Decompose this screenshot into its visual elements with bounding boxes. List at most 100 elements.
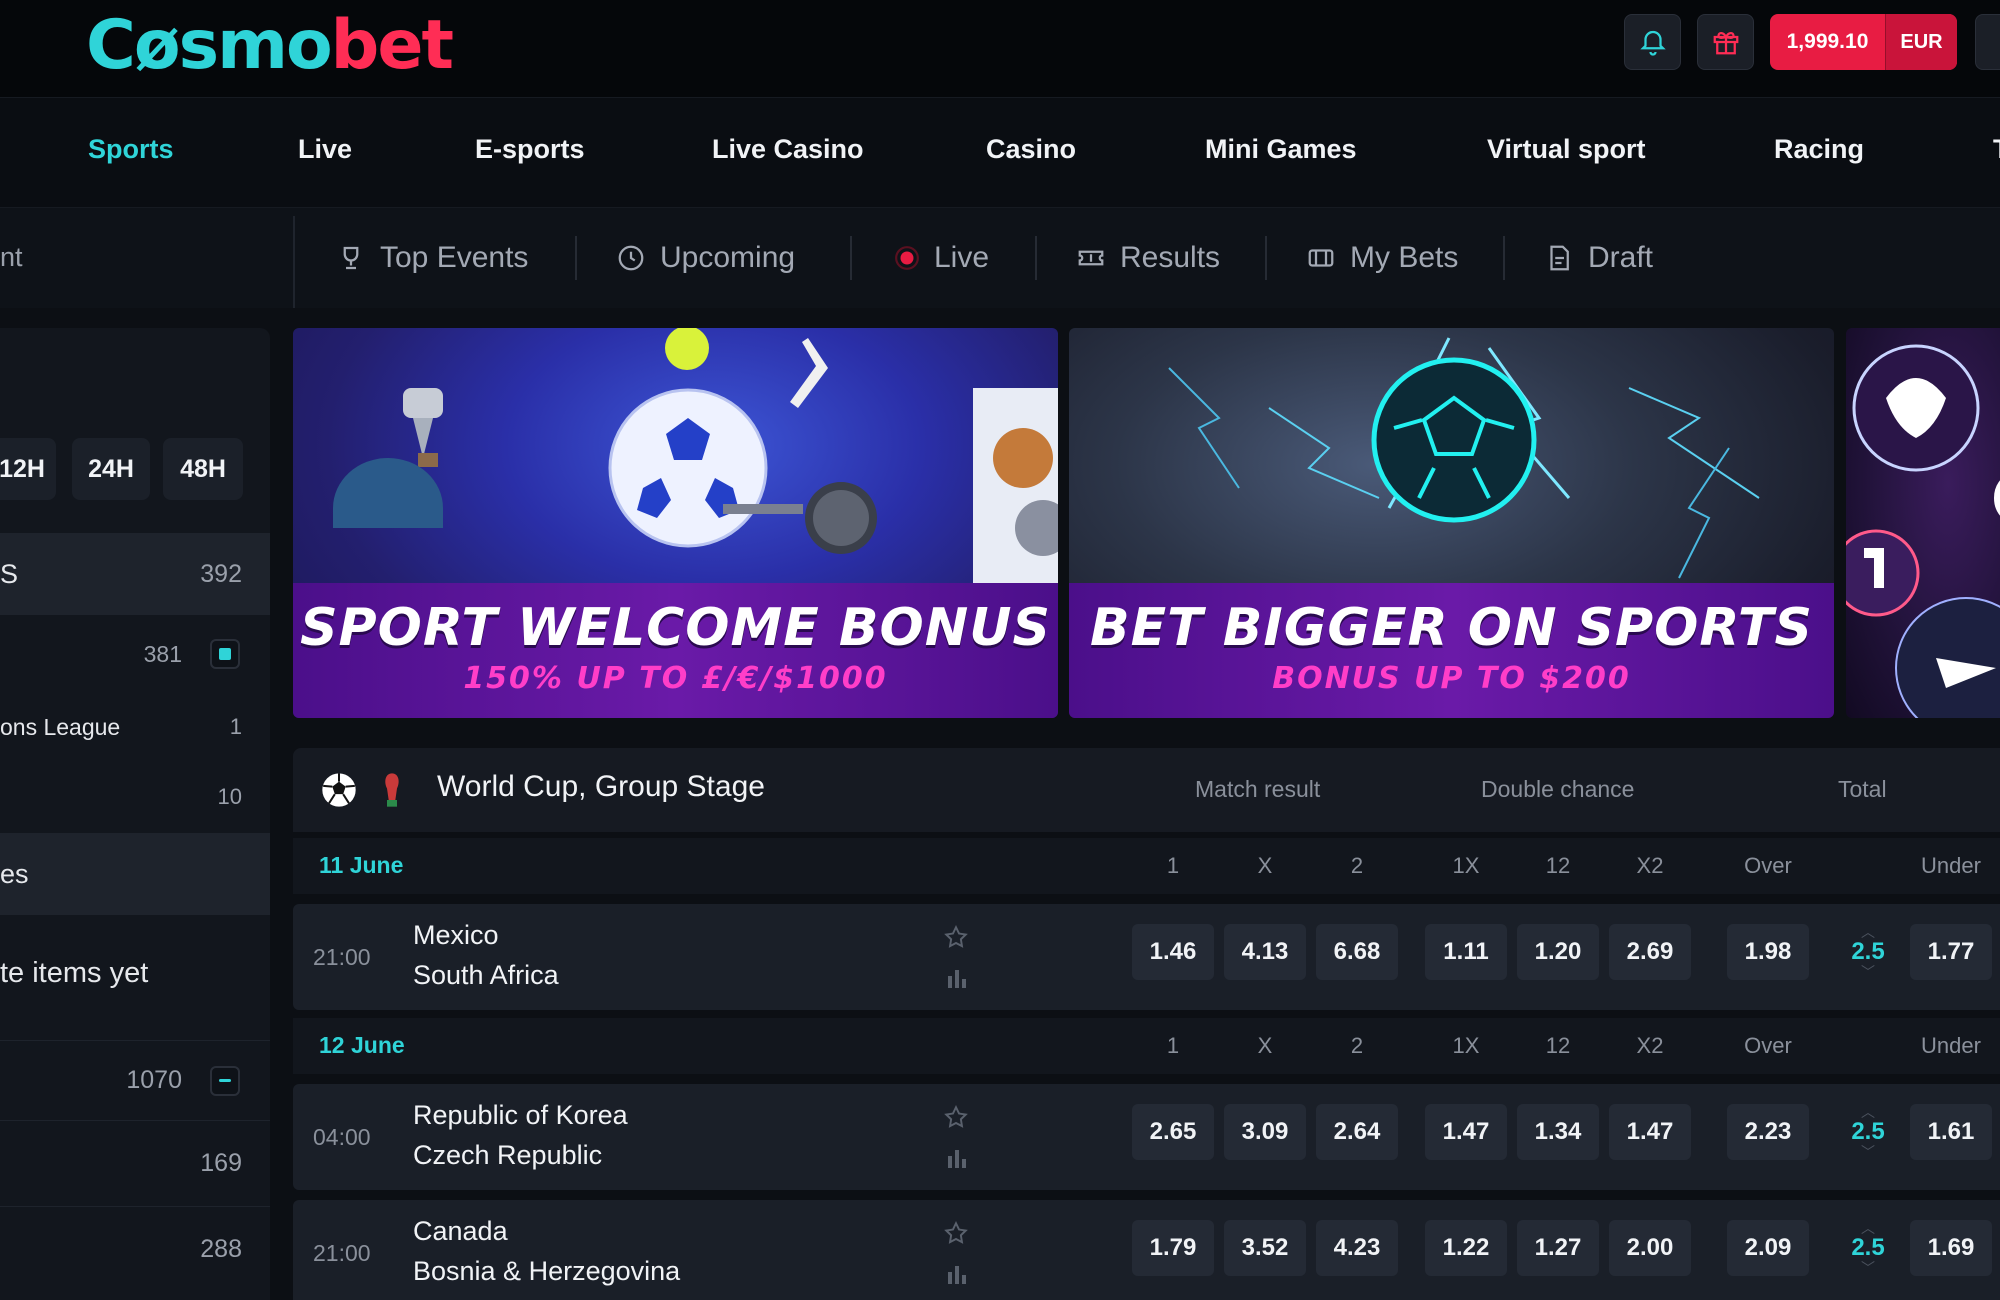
odds-button-x[interactable]: 3.52 [1224, 1220, 1306, 1276]
odds-button-under[interactable]: 1.77 [1910, 924, 1992, 980]
chevron-up-icon[interactable]: ︿ [1861, 1221, 1875, 1235]
odds-button-1x[interactable]: 1.11 [1425, 924, 1507, 980]
league-header[interactable]: World Cup, Group Stage Match result Doub… [293, 748, 2000, 832]
odds-button-under[interactable]: 1.61 [1910, 1104, 1992, 1160]
column-header: Over [1744, 853, 1792, 878]
promo-banner-welcome[interactable]: SPORT WELCOME BONUS 150% UP TO £/€/$1000 [293, 328, 1058, 718]
odds-button-x[interactable]: 3.09 [1224, 1104, 1306, 1160]
sidebar-row-sport[interactable]: 288 [0, 1206, 270, 1292]
odds-button-2[interactable]: 6.68 [1316, 924, 1398, 980]
sidebar-row-league[interactable]: 10 [0, 762, 270, 832]
statistics-icon[interactable] [945, 1262, 969, 1286]
odds-button-1x[interactable]: 1.47 [1425, 1104, 1507, 1160]
nav-sports[interactable]: Sports [88, 134, 174, 165]
time-filter-48h[interactable]: 48H [163, 438, 243, 500]
tab-upcoming-label: Upcoming [660, 241, 796, 274]
tab-draft[interactable]: Draft [1544, 238, 1653, 278]
sidebar-row-count: 1 [229, 714, 242, 739]
odds-button-1[interactable]: 1.79 [1132, 1220, 1214, 1276]
odds-button-over[interactable]: 2.09 [1727, 1220, 1809, 1276]
total-line-selector[interactable]: ︿ 2.5 ﹀ [1838, 1104, 1898, 1160]
search-input-tail[interactable]: nt [0, 242, 23, 273]
sidebar-row-favorites[interactable]: es [0, 833, 270, 915]
odds-button-over[interactable]: 2.23 [1727, 1104, 1809, 1160]
odds-button-1x[interactable]: 1.22 [1425, 1220, 1507, 1276]
nav-racing[interactable]: Racing [1774, 134, 1864, 165]
chevron-up-icon[interactable]: ︿ [1861, 1105, 1875, 1119]
sidebar-row-football[interactable]: 381 [0, 616, 270, 692]
tab-my-bets[interactable]: My Bets [1306, 238, 1458, 278]
promo-banner-bet-bigger[interactable]: BET BIGGER ON SPORTS BONUS UP TO $200 [1069, 328, 1834, 718]
notifications-button[interactable] [1624, 14, 1681, 70]
odds-button-x2[interactable]: 2.00 [1609, 1220, 1691, 1276]
odds-button-under[interactable]: 1.69 [1910, 1220, 1992, 1276]
odds-button-12[interactable]: 1.34 [1517, 1104, 1599, 1160]
statistics-icon[interactable] [945, 1146, 969, 1170]
odds-button-over[interactable]: 1.98 [1727, 924, 1809, 980]
sidebar-row-count: 169 [200, 1149, 242, 1177]
currency-label: EUR [1885, 14, 1957, 70]
clock-icon [618, 245, 644, 271]
gift-button[interactable] [1697, 14, 1754, 70]
star-icon[interactable] [943, 924, 969, 950]
tab-results[interactable]: Results [1076, 238, 1220, 278]
logo[interactable]: Cøsmobet [86, 6, 454, 86]
tab-live[interactable]: Live [894, 238, 989, 278]
odds-button-2[interactable]: 2.64 [1316, 1104, 1398, 1160]
total-line-selector[interactable]: ︿ 2.5 ﹀ [1838, 924, 1898, 980]
sidebar-row-label: es [0, 858, 29, 889]
sidebar-row-sport[interactable]: 169 [0, 1120, 270, 1206]
nav-live[interactable]: Live [298, 134, 352, 165]
divider [293, 216, 295, 308]
promo-banner-leagues[interactable] [1846, 328, 2000, 718]
odds-button-x[interactable]: 4.13 [1224, 924, 1306, 980]
selected-indicator [219, 648, 231, 660]
collapse-toggle[interactable] [210, 1065, 240, 1096]
odds-button-1[interactable]: 1.46 [1132, 924, 1214, 980]
nav-mini-games[interactable]: Mini Games [1205, 134, 1357, 165]
total-line-selector[interactable]: ︿ 2.5 ﹀ [1838, 1220, 1898, 1276]
nav-casino[interactable]: Casino [986, 134, 1076, 165]
bell-icon [1639, 30, 1666, 56]
odds-button-x2[interactable]: 2.69 [1609, 924, 1691, 980]
match-row[interactable]: 21:00 Mexico South Africa 1.46 4.13 6.68… [293, 904, 2000, 1010]
league-logos-image [1846, 344, 2000, 718]
odds-button-x2[interactable]: 1.47 [1609, 1104, 1691, 1160]
chevron-down-icon[interactable]: ﹀ [1861, 965, 1875, 979]
odds-button-1[interactable]: 2.65 [1132, 1104, 1214, 1160]
profile-button[interactable] [1975, 14, 2000, 70]
match-row[interactable]: 21:00 Canada Bosnia & Herzegovina 1.79 3… [293, 1200, 2000, 1300]
chevron-down-icon[interactable]: ﹀ [1861, 1261, 1875, 1275]
time-filter-12h[interactable]: 12H [0, 438, 56, 500]
football-icon [322, 773, 356, 807]
nav-virtual-sport[interactable]: Virtual sport [1487, 134, 1646, 165]
column-header: 1X [1452, 1033, 1480, 1058]
date-label: 11 June [319, 852, 404, 878]
main-nav: Sports Live E-sports Live Casino Casino … [0, 98, 2000, 208]
star-icon[interactable] [943, 1220, 969, 1246]
odds-button-12[interactable]: 1.27 [1517, 1220, 1599, 1276]
nav-esports[interactable]: E-sports [475, 134, 585, 165]
chevron-up-icon[interactable]: ︿ [1861, 925, 1875, 939]
star-icon[interactable] [943, 1104, 969, 1130]
balance-button[interactable]: 1,999.10 EUR [1770, 14, 1957, 70]
divider [1035, 236, 1037, 280]
odds-button-12[interactable]: 1.20 [1517, 924, 1599, 980]
column-header: Under [1921, 853, 1981, 878]
match-row[interactable]: 04:00 Republic of Korea Czech Republic 2… [293, 1084, 2000, 1190]
odds-button-2[interactable]: 4.23 [1316, 1220, 1398, 1276]
sidebar-row-champions-league[interactable]: ons League 1 [0, 692, 270, 762]
trophy-icon [343, 246, 359, 270]
nav-live-casino[interactable]: Live Casino [712, 134, 864, 165]
nav-more[interactable]: T [1993, 134, 2000, 165]
tab-upcoming[interactable]: Upcoming [616, 238, 795, 278]
sidebar-row-all[interactable]: S 392 [0, 533, 270, 615]
chevron-down-icon[interactable]: ﹀ [1861, 1145, 1875, 1159]
statistics-icon[interactable] [945, 966, 969, 990]
expand-toggle[interactable] [210, 639, 240, 669]
sidebar-row-sport[interactable]: 1070 [0, 1040, 270, 1120]
sidebar-row-count: 288 [200, 1235, 242, 1263]
tab-top-events[interactable]: Top Events [336, 238, 528, 278]
time-filter-24h[interactable]: 24H [72, 438, 150, 500]
column-header: Over [1744, 1033, 1792, 1058]
